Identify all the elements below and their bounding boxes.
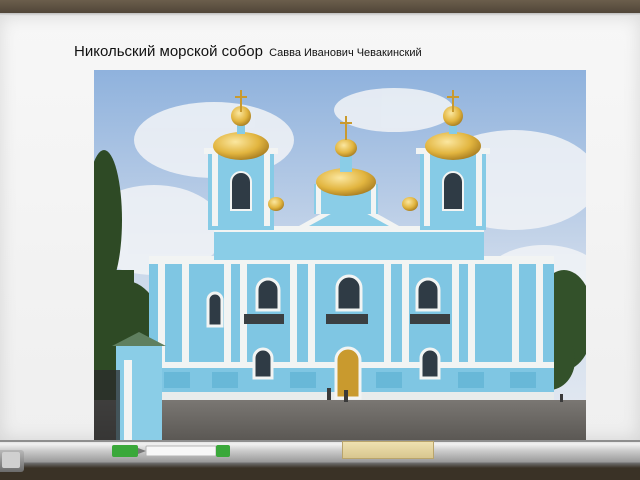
slide-subtitle: Савва Иванович Чевакинский — [269, 47, 422, 59]
board-tray-edge — [0, 440, 640, 442]
slide-title-text: Никольский морской собор — [74, 43, 263, 60]
marker-icon — [112, 445, 230, 457]
board-top-frame — [0, 0, 640, 16]
board-eraser — [342, 441, 434, 459]
cathedral-photo — [94, 70, 586, 440]
board-bracket-cap — [2, 452, 20, 468]
board-tray — [0, 440, 640, 480]
cathedral-illustration — [94, 70, 586, 440]
square-ground — [94, 400, 586, 440]
slide-title: Никольский морской собор Савва Иванович … — [74, 43, 422, 62]
